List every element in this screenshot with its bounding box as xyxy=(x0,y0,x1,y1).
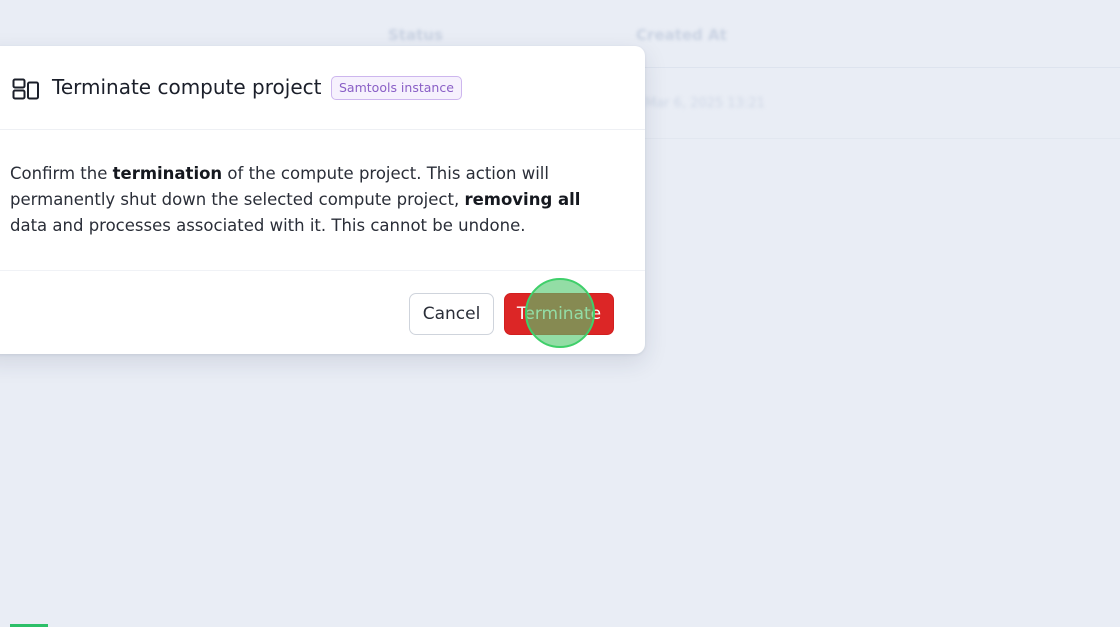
terminate-button[interactable]: Terminate xyxy=(504,293,614,335)
column-header-created-at: Created At xyxy=(636,26,727,44)
message-emphasis-termination: termination xyxy=(112,164,223,183)
table-row-created-at: Mar 6, 2025 13:21 xyxy=(645,96,765,111)
terminate-dialog: Terminate compute project Samtools insta… xyxy=(0,46,645,354)
cancel-button[interactable]: Cancel xyxy=(409,293,494,335)
column-header-status: Status xyxy=(388,26,443,44)
message-emphasis-removing-all: removing all xyxy=(464,190,581,209)
instance-badge: Samtools instance xyxy=(331,76,462,100)
layout-panels-icon xyxy=(12,78,39,100)
message-text: data and processes associated with it. T… xyxy=(10,216,526,235)
message-text: Confirm the xyxy=(10,164,113,183)
dialog-footer: Cancel Terminate xyxy=(0,270,645,354)
dialog-title: Terminate compute project xyxy=(52,75,322,99)
dialog-message: Confirm the termination of the compute p… xyxy=(10,161,610,239)
dialog-header: Terminate compute project Samtools insta… xyxy=(0,46,645,130)
